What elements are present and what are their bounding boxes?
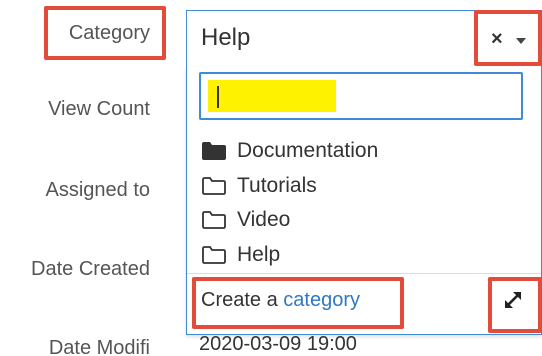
folder-outline-icon <box>202 246 226 264</box>
tree-item-documentation[interactable]: Documentation <box>201 136 378 166</box>
date-modified-value: 2020-03-09 19:00 <box>199 333 357 355</box>
assigned-to-label: Assigned to <box>45 179 150 201</box>
folder-outline-icon <box>202 211 226 229</box>
highlight-create-link <box>192 277 404 329</box>
dropdown-footer-divider <box>187 273 541 274</box>
folder-outline-icon <box>202 177 226 195</box>
tree-item-label: Documentation <box>237 139 379 162</box>
highlight-expand-button <box>488 277 542 333</box>
view-count-label: View Count <box>48 98 150 120</box>
tree-item-help[interactable]: Help <box>201 240 280 270</box>
tree-item-label: Video <box>237 208 291 231</box>
record-edit-view: Category View Count Assigned to Date Cre… <box>0 0 542 356</box>
tree-item-label: Help <box>237 243 281 266</box>
search-highlight <box>208 80 336 112</box>
tree-item-video[interactable]: Video <box>201 205 290 235</box>
folder-filled-icon <box>202 142 226 160</box>
tree-item-tutorials[interactable]: Tutorials <box>201 171 317 201</box>
highlight-category-label <box>44 6 166 60</box>
tree-item-label: Tutorials <box>237 174 317 197</box>
category-select-value: Help <box>201 24 251 51</box>
category-search-input[interactable] <box>199 72 523 120</box>
highlight-clear-control <box>474 10 542 66</box>
date-modified-label: Date Modifi <box>48 337 150 356</box>
text-cursor <box>217 86 219 108</box>
date-created-label: Date Created <box>31 258 150 280</box>
